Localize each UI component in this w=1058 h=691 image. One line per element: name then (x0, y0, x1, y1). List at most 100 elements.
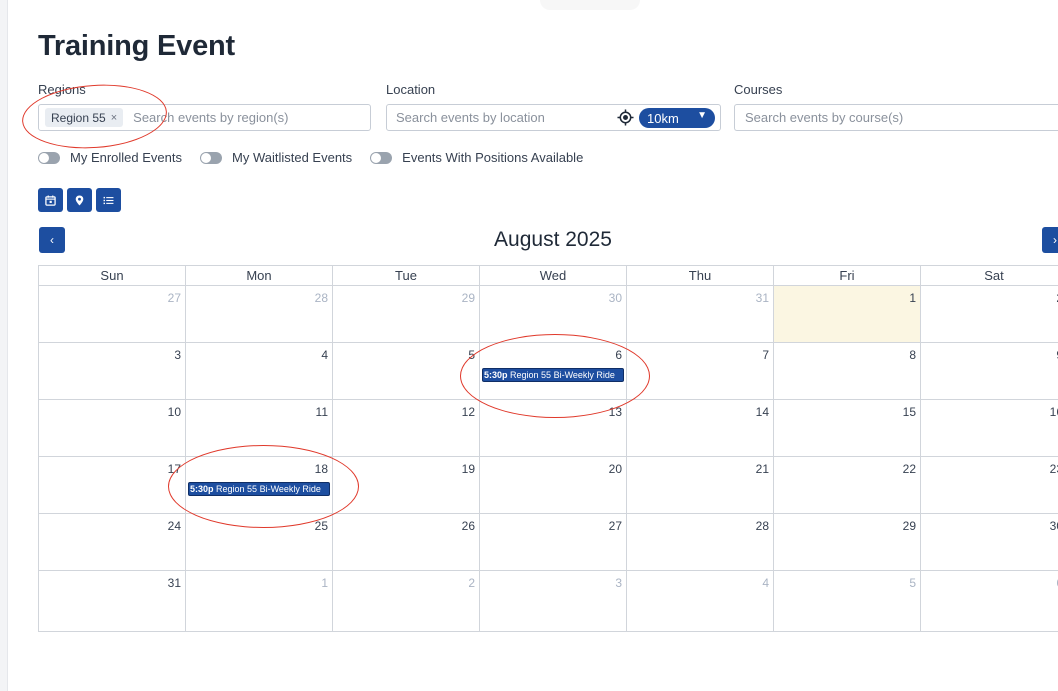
location-search-input[interactable] (396, 105, 606, 130)
toggle-switch[interactable] (200, 151, 222, 164)
day-number[interactable]: 2 (333, 571, 479, 590)
day-number[interactable]: 6 (921, 571, 1058, 590)
calendar-day[interactable]: 5 (773, 570, 921, 632)
calendar-day[interactable]: 14 (626, 399, 774, 457)
day-number[interactable]: 27 (480, 514, 626, 533)
day-number[interactable]: 26 (333, 514, 479, 533)
remove-chip-icon[interactable]: × (111, 112, 117, 124)
day-number[interactable]: 15 (774, 400, 920, 419)
toggle-positions-available[interactable]: Events With Positions Available (370, 150, 583, 165)
calendar-event[interactable]: 5:30p Region 55 Bi-Weekly Ride (188, 482, 330, 496)
calendar-day[interactable]: 24 (38, 513, 186, 571)
day-number[interactable]: 8 (774, 343, 920, 362)
calendar-day[interactable]: 29 (773, 513, 921, 571)
radius-select[interactable]: 10km ▼ (639, 108, 715, 128)
day-number[interactable]: 16 (921, 400, 1058, 419)
calendar-day[interactable]: 3 (479, 570, 627, 632)
calendar-day[interactable]: 9 (920, 342, 1058, 400)
day-number[interactable]: 5 (774, 571, 920, 590)
day-number[interactable]: 11 (186, 400, 332, 419)
calendar-day[interactable]: 21 (626, 456, 774, 514)
day-number[interactable]: 3 (39, 343, 185, 362)
calendar-day[interactable]: 29 (332, 285, 480, 343)
day-number[interactable]: 18 (186, 457, 332, 476)
calendar-day[interactable]: 5 (332, 342, 480, 400)
day-number[interactable]: 30 (921, 514, 1058, 533)
location-search-box[interactable]: 10km ▼ (386, 104, 721, 131)
day-number[interactable]: 28 (627, 514, 773, 533)
calendar-event[interactable]: 5:30p Region 55 Bi-Weekly Ride (482, 368, 624, 382)
calendar-day[interactable]: 31 (38, 570, 186, 632)
toggle-switch[interactable] (38, 151, 60, 164)
day-number[interactable]: 4 (186, 343, 332, 362)
calendar-day[interactable]: 26 (332, 513, 480, 571)
day-number[interactable]: 19 (333, 457, 479, 476)
day-number[interactable]: 29 (333, 286, 479, 305)
calendar-day-today[interactable]: 1 (773, 285, 921, 343)
day-number[interactable]: 29 (774, 514, 920, 533)
calendar-day[interactable]: 22 (773, 456, 921, 514)
calendar-day[interactable]: 30 (479, 285, 627, 343)
courses-search-input[interactable] (745, 105, 1045, 130)
calendar-day[interactable]: 8 (773, 342, 921, 400)
day-number[interactable]: 12 (333, 400, 479, 419)
toggle-switch[interactable] (370, 151, 393, 164)
day-number[interactable]: 30 (480, 286, 626, 305)
day-number[interactable]: 21 (627, 457, 773, 476)
day-number[interactable]: 4 (627, 571, 773, 590)
day-number[interactable]: 14 (627, 400, 773, 419)
day-number[interactable]: 7 (627, 343, 773, 362)
calendar-day[interactable]: 20 (479, 456, 627, 514)
calendar-day[interactable]: 2 (920, 285, 1058, 343)
calendar-day[interactable]: 31 (626, 285, 774, 343)
day-number[interactable]: 9 (921, 343, 1058, 362)
day-number[interactable]: 31 (39, 571, 185, 590)
day-number[interactable]: 28 (186, 286, 332, 305)
day-number[interactable]: 1 (774, 286, 920, 305)
calendar-day[interactable]: 28 (626, 513, 774, 571)
day-number[interactable]: 24 (39, 514, 185, 533)
calendar-day[interactable]: 18 5:30p Region 55 Bi-Weekly Ride (185, 456, 333, 514)
calendar-day[interactable]: 11 (185, 399, 333, 457)
day-number[interactable]: 25 (186, 514, 332, 533)
calendar-day[interactable]: 17 (38, 456, 186, 514)
day-number[interactable]: 27 (39, 286, 185, 305)
locate-me-icon[interactable] (617, 109, 634, 126)
day-number[interactable]: 17 (39, 457, 185, 476)
calendar-day[interactable]: 19 (332, 456, 480, 514)
day-number[interactable]: 3 (480, 571, 626, 590)
calendar-day[interactable]: 23 (920, 456, 1058, 514)
calendar-view-button[interactable] (38, 188, 63, 212)
calendar-day[interactable]: 6 (920, 570, 1058, 632)
calendar-day[interactable]: 25 (185, 513, 333, 571)
calendar-day[interactable]: 10 (38, 399, 186, 457)
next-month-button[interactable]: › (1042, 227, 1058, 253)
list-view-button[interactable] (96, 188, 121, 212)
calendar-day[interactable]: 4 (185, 342, 333, 400)
day-number[interactable]: 2 (921, 286, 1058, 305)
calendar-day[interactable]: 3 (38, 342, 186, 400)
day-number[interactable]: 20 (480, 457, 626, 476)
calendar-day[interactable]: 27 (38, 285, 186, 343)
calendar-day[interactable]: 6 5:30p Region 55 Bi-Weekly Ride (479, 342, 627, 400)
toggle-waitlisted[interactable]: My Waitlisted Events (200, 150, 352, 165)
calendar-day[interactable]: 1 (185, 570, 333, 632)
calendar-day[interactable]: 7 (626, 342, 774, 400)
day-number[interactable]: 31 (627, 286, 773, 305)
regions-search-input[interactable] (133, 105, 334, 130)
day-number[interactable]: 13 (480, 400, 626, 419)
calendar-day[interactable]: 30 (920, 513, 1058, 571)
day-number[interactable]: 10 (39, 400, 185, 419)
day-number[interactable]: 23 (921, 457, 1058, 476)
calendar-day[interactable]: 12 (332, 399, 480, 457)
calendar-day[interactable]: 27 (479, 513, 627, 571)
day-number[interactable]: 22 (774, 457, 920, 476)
regions-search-box[interactable]: Region 55 × (38, 104, 371, 131)
calendar-day[interactable]: 4 (626, 570, 774, 632)
map-view-button[interactable] (67, 188, 92, 212)
calendar-day[interactable]: 13 (479, 399, 627, 457)
calendar-day[interactable]: 28 (185, 285, 333, 343)
day-number[interactable]: 1 (186, 571, 332, 590)
calendar-day[interactable]: 16 (920, 399, 1058, 457)
calendar-day[interactable]: 2 (332, 570, 480, 632)
